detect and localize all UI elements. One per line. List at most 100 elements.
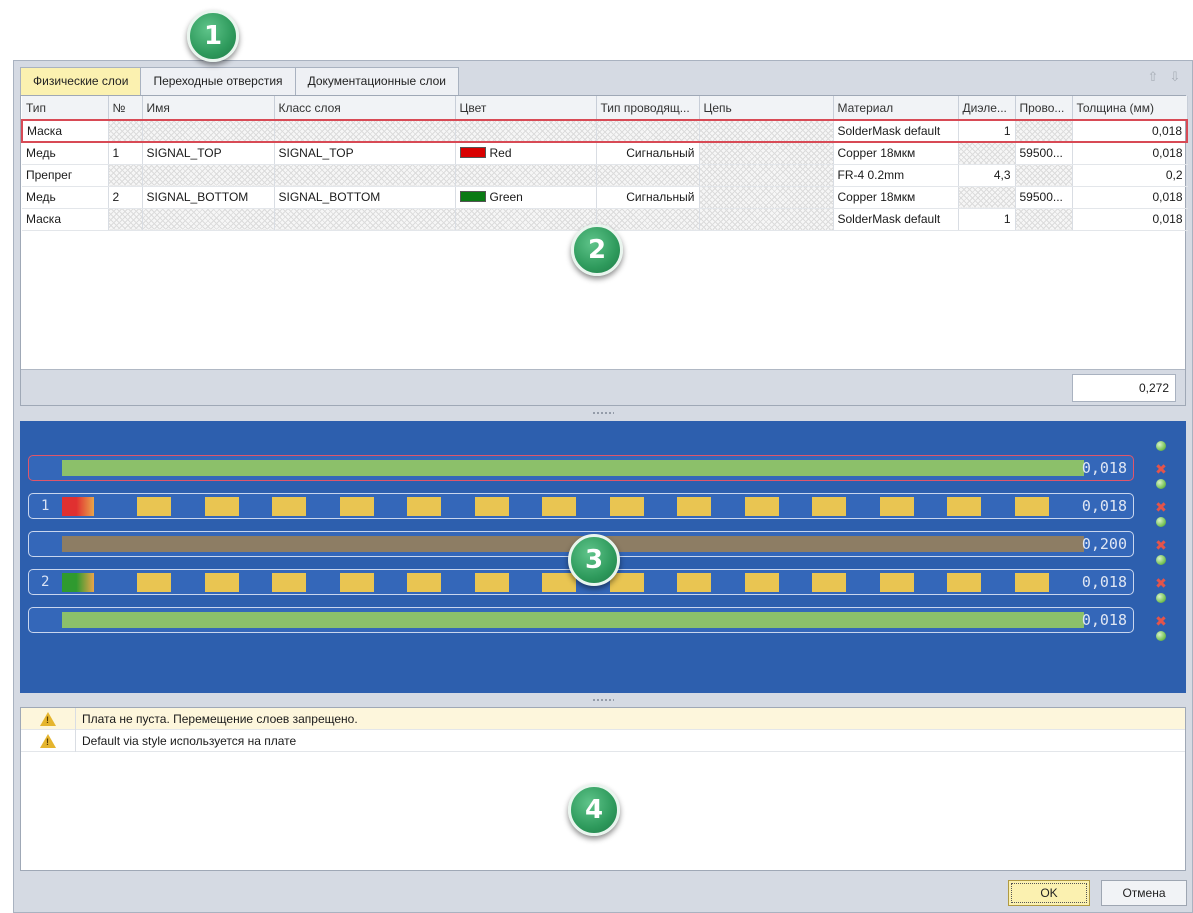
splitter-top[interactable] bbox=[14, 407, 1192, 419]
column-header[interactable]: Материал bbox=[833, 96, 959, 121]
table-cell-net[interactable] bbox=[699, 142, 834, 165]
add-layer-icon[interactable] bbox=[1156, 555, 1166, 565]
delete-layer-icon[interactable]: ✖ bbox=[1155, 576, 1167, 590]
delete-layer-icon[interactable]: ✖ bbox=[1155, 500, 1167, 514]
stackup-layer-mask[interactable]: 0,018 bbox=[28, 455, 1134, 481]
table-cell-type[interactable]: Медь bbox=[22, 142, 109, 165]
column-header[interactable]: Имя bbox=[142, 96, 275, 121]
table-row[interactable]: Препрег FR-4 0.2mm 4,3 0,2 bbox=[22, 164, 1188, 187]
table-cell-cond[interactable] bbox=[1015, 164, 1073, 187]
table-cell-num[interactable]: 1 bbox=[108, 142, 143, 165]
table-cell-class[interactable] bbox=[274, 208, 456, 231]
add-layer-icon[interactable] bbox=[1156, 441, 1166, 451]
ok-button[interactable]: OK bbox=[1008, 880, 1090, 906]
copper-pad bbox=[947, 573, 981, 592]
splitter-grip[interactable] bbox=[592, 411, 614, 415]
delete-layer-icon[interactable]: ✖ bbox=[1155, 614, 1167, 628]
column-header[interactable]: Толщина (мм) bbox=[1072, 96, 1188, 121]
table-cell-name[interactable]: SIGNAL_TOP bbox=[142, 142, 275, 165]
table-cell-material[interactable]: SolderMask default bbox=[833, 119, 959, 143]
column-header[interactable]: Диэле... bbox=[958, 96, 1016, 121]
column-header[interactable]: Тип bbox=[22, 96, 109, 121]
table-cell-net[interactable] bbox=[699, 164, 834, 187]
column-header[interactable]: Класс слоя bbox=[274, 96, 456, 121]
message-row[interactable]: ! Default via style используется на плате bbox=[21, 729, 1185, 752]
table-cell-cond[interactable] bbox=[1015, 208, 1073, 231]
table-cell-ctype[interactable] bbox=[596, 164, 700, 187]
table-cell-thick[interactable]: 0,018 bbox=[1072, 186, 1188, 209]
delete-layer-icon[interactable]: ✖ bbox=[1155, 538, 1167, 552]
table-cell-type[interactable]: Препрег bbox=[22, 164, 109, 187]
stackup-layer-mask[interactable]: 0,018 bbox=[28, 607, 1134, 633]
table-cell-thick[interactable]: 0,018 bbox=[1072, 119, 1188, 143]
cancel-button[interactable]: Отмена bbox=[1101, 880, 1187, 906]
table-cell-type[interactable]: Маска bbox=[21, 119, 109, 143]
column-header[interactable]: Тип проводящ... bbox=[596, 96, 700, 121]
layer-fill bbox=[62, 612, 1084, 628]
add-layer-icon[interactable] bbox=[1156, 479, 1166, 489]
table-row[interactable]: Медь 2 SIGNAL_BOTTOM SIGNAL_BOTTOM Green Сигн… bbox=[22, 186, 1188, 209]
table-cell-num[interactable]: 2 bbox=[108, 186, 143, 209]
delete-layer-icon[interactable]: ✖ bbox=[1155, 462, 1167, 476]
table-cell-diel[interactable]: 4,3 bbox=[958, 164, 1016, 187]
table-cell-net[interactable] bbox=[699, 186, 834, 209]
table-cell-diel[interactable]: 1 bbox=[958, 208, 1016, 231]
column-header[interactable]: № bbox=[108, 96, 143, 121]
table-cell-thick[interactable]: 0,018 bbox=[1072, 208, 1188, 231]
tab-vias[interactable]: Переходные отверстия bbox=[140, 67, 296, 95]
table-cell-ctype[interactable] bbox=[596, 119, 700, 143]
table-cell-ctype[interactable]: Сигнальный bbox=[596, 186, 700, 209]
table-cell-type[interactable]: Маска bbox=[22, 208, 109, 231]
table-cell-num[interactable] bbox=[108, 208, 143, 231]
add-layer-icon[interactable] bbox=[1156, 631, 1166, 641]
add-layer-icon[interactable] bbox=[1156, 593, 1166, 603]
move-down-icon[interactable]: ⇩ bbox=[1168, 70, 1182, 84]
table-cell-class[interactable] bbox=[274, 119, 456, 143]
table-cell-class[interactable] bbox=[274, 164, 456, 187]
table-cell-name[interactable] bbox=[142, 119, 275, 143]
table-cell-name[interactable]: SIGNAL_BOTTOM bbox=[142, 186, 275, 209]
table-cell-diel[interactable]: 1 bbox=[958, 119, 1016, 143]
tab-documentation-layers[interactable]: Документационные слои bbox=[294, 67, 459, 95]
copper-pad bbox=[745, 497, 779, 516]
splitter-bottom[interactable] bbox=[14, 694, 1192, 706]
table-cell-color[interactable] bbox=[455, 208, 597, 231]
table-cell-name[interactable] bbox=[142, 164, 275, 187]
table-cell-color[interactable] bbox=[455, 164, 597, 187]
table-cell-material[interactable]: SolderMask default bbox=[833, 208, 959, 231]
table-cell-net[interactable] bbox=[699, 119, 834, 143]
table-cell-thick[interactable]: 0,018 bbox=[1072, 142, 1188, 165]
table-cell-diel[interactable] bbox=[958, 186, 1016, 209]
table-cell-color[interactable]: Red bbox=[455, 142, 597, 165]
tab-physical-layers[interactable]: Физические слои bbox=[20, 67, 142, 95]
table-cell-color[interactable] bbox=[455, 119, 597, 143]
table-cell-type[interactable]: Медь bbox=[22, 186, 109, 209]
table-row[interactable]: Маска SolderMask default 1 0,018 bbox=[21, 119, 1188, 143]
table-cell-diel[interactable] bbox=[958, 142, 1016, 165]
move-up-icon[interactable]: ⇧ bbox=[1146, 70, 1160, 84]
table-cell-material[interactable]: Copper 18мкм bbox=[833, 142, 959, 165]
table-cell-ctype[interactable] bbox=[596, 208, 700, 231]
table-cell-ctype[interactable]: Сигнальный bbox=[596, 142, 700, 165]
column-header[interactable]: Прово... bbox=[1015, 96, 1073, 121]
splitter-grip[interactable] bbox=[592, 698, 614, 702]
table-cell-class[interactable]: SIGNAL_BOTTOM bbox=[274, 186, 456, 209]
table-cell-material[interactable]: FR-4 0.2mm bbox=[833, 164, 959, 187]
add-layer-icon[interactable] bbox=[1156, 517, 1166, 527]
table-cell-cond[interactable]: 59500... bbox=[1015, 142, 1073, 165]
table-cell-thick[interactable]: 0,2 bbox=[1072, 164, 1188, 187]
table-cell-net[interactable] bbox=[699, 208, 834, 231]
table-cell-material[interactable]: Copper 18мкм bbox=[833, 186, 959, 209]
table-cell-cond[interactable]: 59500... bbox=[1015, 186, 1073, 209]
column-header[interactable]: Цвет bbox=[455, 96, 597, 121]
table-cell-class[interactable]: SIGNAL_TOP bbox=[274, 142, 456, 165]
table-cell-num[interactable] bbox=[108, 119, 143, 143]
stackup-layer-copper[interactable]: 1 0,018 bbox=[28, 493, 1134, 519]
column-header[interactable]: Цепь bbox=[699, 96, 834, 121]
table-cell-color[interactable]: Green bbox=[455, 186, 597, 209]
table-cell-name[interactable] bbox=[142, 208, 275, 231]
table-row[interactable]: Медь 1 SIGNAL_TOP SIGNAL_TOP Red Сигнальный Co… bbox=[22, 142, 1188, 165]
table-cell-num[interactable] bbox=[108, 164, 143, 187]
message-row[interactable]: ! Плата не пуста. Перемещение слоев запре… bbox=[21, 707, 1185, 730]
table-cell-cond[interactable] bbox=[1015, 119, 1073, 143]
